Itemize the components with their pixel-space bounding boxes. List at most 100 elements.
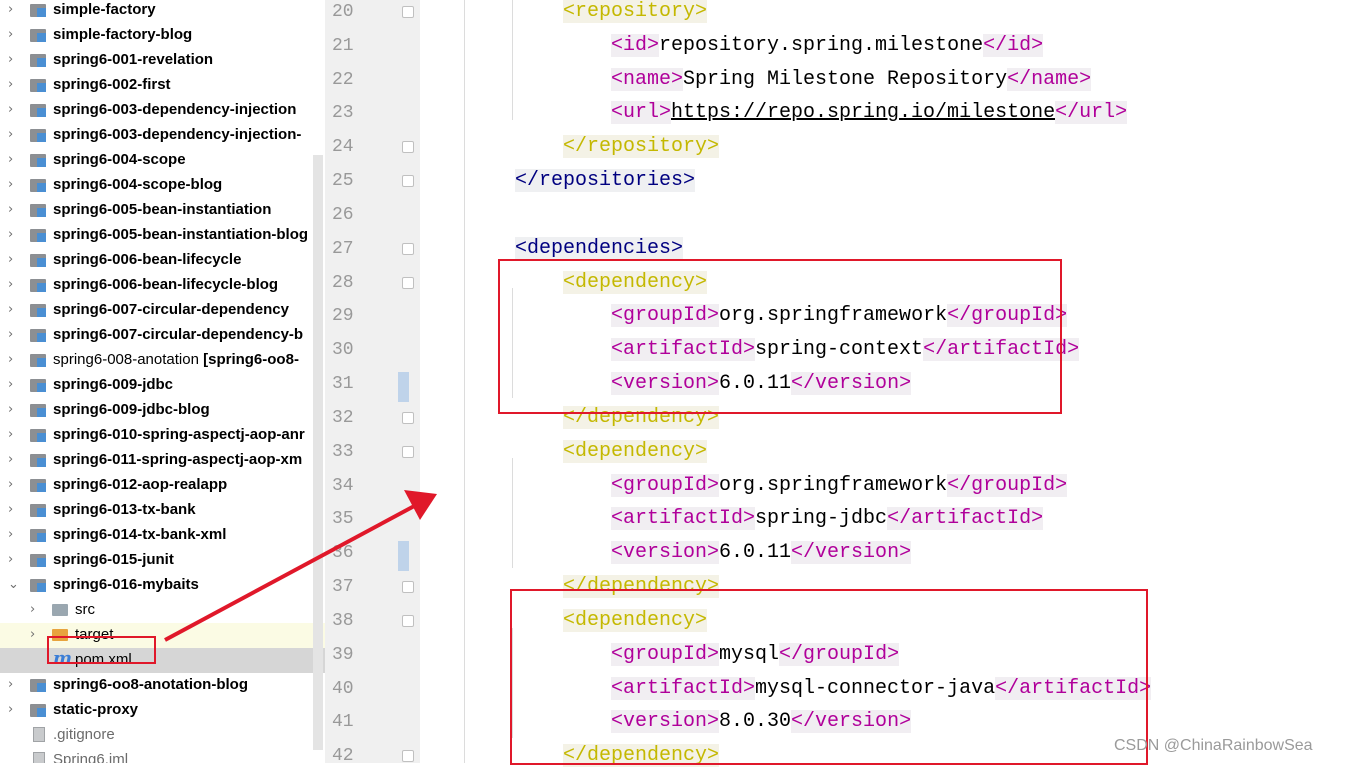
tree-item-src[interactable]: › src: [0, 598, 325, 623]
line-number: 26: [332, 204, 354, 225]
tree-item-label: spring6-014-tx-bank-xml: [53, 526, 227, 543]
tree-item-label: spring6-016-mybaits: [53, 576, 199, 593]
tree-item-spring6-010-spring-aspectj-aop-anr[interactable]: › spring6-010-spring-aspectj-aop-anr: [0, 423, 325, 448]
xml-tag: </name>: [1007, 67, 1092, 91]
tree-item-label: simple-factory-blog: [53, 26, 193, 43]
module-icon: [30, 529, 46, 542]
chevron-right-icon[interactable]: ›: [30, 627, 35, 643]
chevron-right-icon[interactable]: ›: [8, 502, 13, 518]
tree-item-label: spring6-013-tx-bank: [53, 501, 196, 518]
chevron-right-icon[interactable]: ›: [8, 677, 13, 693]
module-icon: [30, 354, 46, 367]
chevron-right-icon[interactable]: ›: [8, 477, 13, 493]
tree-item-spring6-003-dependency-injection[interactable]: › spring6-003-dependency-injection-: [0, 123, 325, 148]
tree-item-spring6-003-dependency-injection[interactable]: › spring6-003-dependency-injection: [0, 98, 325, 123]
tree-item-spring6-009-jdbc[interactable]: › spring6-009-jdbc: [0, 373, 325, 398]
line-number: 27: [332, 238, 354, 259]
chevron-right-icon[interactable]: ›: [8, 552, 13, 568]
tree-item-spring6-006-bean-lifecycle[interactable]: › spring6-006-bean-lifecycle: [0, 248, 325, 273]
tree-item-spring6-007-circular-dependency-b[interactable]: › spring6-007-circular-dependency-b: [0, 323, 325, 348]
tree-item-label: spring6-010-spring-aspectj-aop-anr: [53, 426, 305, 443]
chevron-right-icon[interactable]: ›: [8, 402, 13, 418]
tree-item-spring6-005-bean-instantiation-blog[interactable]: › spring6-005-bean-instantiation-blog: [0, 223, 325, 248]
fold-marker-icon[interactable]: [402, 141, 414, 154]
chevron-right-icon[interactable]: ›: [8, 127, 13, 143]
module-icon: [30, 104, 46, 117]
chevron-down-icon[interactable]: ⌄: [8, 577, 19, 593]
line-number: 28: [332, 272, 354, 293]
tree-item-spring6-014-tx-bank-xml[interactable]: › spring6-014-tx-bank-xml: [0, 523, 325, 548]
chevron-right-icon[interactable]: ›: [8, 27, 13, 43]
fold-marker-icon[interactable]: [402, 411, 414, 424]
tree-item-spring6-015-junit[interactable]: › spring6-015-junit: [0, 548, 325, 573]
chevron-right-icon[interactable]: ›: [8, 2, 13, 18]
chevron-right-icon[interactable]: ›: [8, 377, 13, 393]
fold-marker-icon[interactable]: [402, 175, 414, 188]
line-number: 31: [332, 374, 354, 395]
line-number: 35: [332, 509, 354, 530]
chevron-right-icon[interactable]: ›: [8, 102, 13, 118]
code-line: <id>repository.spring.milestone</id>: [611, 33, 1044, 58]
tree-item-spring6-007-circular-dependency[interactable]: › spring6-007-circular-dependency: [0, 298, 325, 323]
tree-item-spring6-004-scope[interactable]: › spring6-004-scope: [0, 148, 325, 173]
tree-item-label: src: [75, 601, 95, 618]
xml-tag: <repository>: [563, 0, 708, 23]
chevron-right-icon[interactable]: ›: [8, 177, 13, 193]
tree-item-static-proxy[interactable]: › static-proxy: [0, 698, 325, 723]
tree-item-simple-factory[interactable]: › simple-factory: [0, 0, 325, 23]
chevron-right-icon[interactable]: ›: [8, 302, 13, 318]
line-number: 37: [332, 577, 354, 598]
tree-item-spring6-iml[interactable]: Spring6.iml: [0, 748, 325, 763]
fold-marker-icon[interactable]: [402, 242, 414, 255]
chevron-right-icon[interactable]: ›: [8, 77, 13, 93]
line-number: 29: [332, 306, 354, 327]
tree-item-spring6-002-first[interactable]: › spring6-002-first: [0, 73, 325, 98]
tree-item-spring6-oo8-anotation-blog[interactable]: › spring6-oo8-anotation-blog: [0, 673, 325, 698]
chevron-right-icon[interactable]: ›: [30, 602, 35, 618]
tree-item-spring6-016-mybaits[interactable]: ⌄ spring6-016-mybaits: [0, 573, 325, 598]
chevron-right-icon[interactable]: ›: [8, 352, 13, 368]
tree-item-label: spring6-009-jdbc-blog: [53, 401, 210, 418]
xml-tag: </id>: [983, 33, 1044, 57]
fold-marker-icon[interactable]: [402, 614, 414, 627]
tree-item-spring6-001-revelation[interactable]: › spring6-001-revelation: [0, 48, 325, 73]
chevron-right-icon[interactable]: ›: [8, 277, 13, 293]
line-number: 41: [332, 712, 354, 733]
tree-item-spring6-011-spring-aspectj-aop-xm[interactable]: › spring6-011-spring-aspectj-aop-xm: [0, 448, 325, 473]
tree-item-gitignore[interactable]: .gitignore: [0, 723, 325, 748]
tree-item-spring6-006-bean-lifecycle-blog[interactable]: › spring6-006-bean-lifecycle-blog: [0, 273, 325, 298]
chevron-right-icon[interactable]: ›: [8, 452, 13, 468]
chevron-right-icon[interactable]: ›: [8, 202, 13, 218]
code-text: repository.spring.milestone: [659, 33, 984, 57]
tree-item-spring6-013-tx-bank[interactable]: › spring6-013-tx-bank: [0, 498, 325, 523]
tree-item-spring6-004-scope-blog[interactable]: › spring6-004-scope-blog: [0, 173, 325, 198]
module-icon: [30, 254, 46, 267]
tree-item-label: spring6-004-scope: [53, 151, 186, 168]
module-icon: [30, 379, 46, 392]
chevron-right-icon[interactable]: ›: [8, 52, 13, 68]
chevron-right-icon[interactable]: ›: [8, 527, 13, 543]
chevron-right-icon[interactable]: ›: [8, 227, 13, 243]
tree-item-simple-factory-blog[interactable]: › simple-factory-blog: [0, 23, 325, 48]
fold-marker-icon[interactable]: [402, 276, 414, 289]
chevron-right-icon[interactable]: ›: [8, 427, 13, 443]
indent-guide: [512, 0, 513, 120]
tree-item-spring6-012-aop-realapp[interactable]: › spring6-012-aop-realapp: [0, 473, 325, 498]
tree-item-spring6-008-anotation[interactable]: › spring6-008-anotation [spring6-oo8-: [0, 348, 325, 373]
fold-marker-icon[interactable]: [402, 6, 414, 18]
chevron-right-icon[interactable]: ›: [8, 152, 13, 168]
chevron-right-icon[interactable]: ›: [8, 252, 13, 268]
line-number: 25: [332, 171, 354, 192]
chevron-right-icon[interactable]: ›: [8, 327, 13, 343]
tree-item-spring6-009-jdbc-blog[interactable]: › spring6-009-jdbc-blog: [0, 398, 325, 423]
fold-marker-icon[interactable]: [402, 445, 414, 458]
chevron-right-icon[interactable]: ›: [8, 702, 13, 718]
xml-tag: <groupId>: [611, 473, 720, 497]
fold-marker-icon[interactable]: [402, 750, 414, 763]
project-tree-scrollbar[interactable]: [313, 155, 323, 750]
file-icon: [33, 727, 45, 742]
tree-item-label: spring6-008-anotation [spring6-oo8-: [53, 351, 299, 368]
tree-item-spring6-005-bean-instantiation[interactable]: › spring6-005-bean-instantiation: [0, 198, 325, 223]
folder-icon: [52, 604, 68, 616]
fold-marker-icon[interactable]: [402, 581, 414, 594]
